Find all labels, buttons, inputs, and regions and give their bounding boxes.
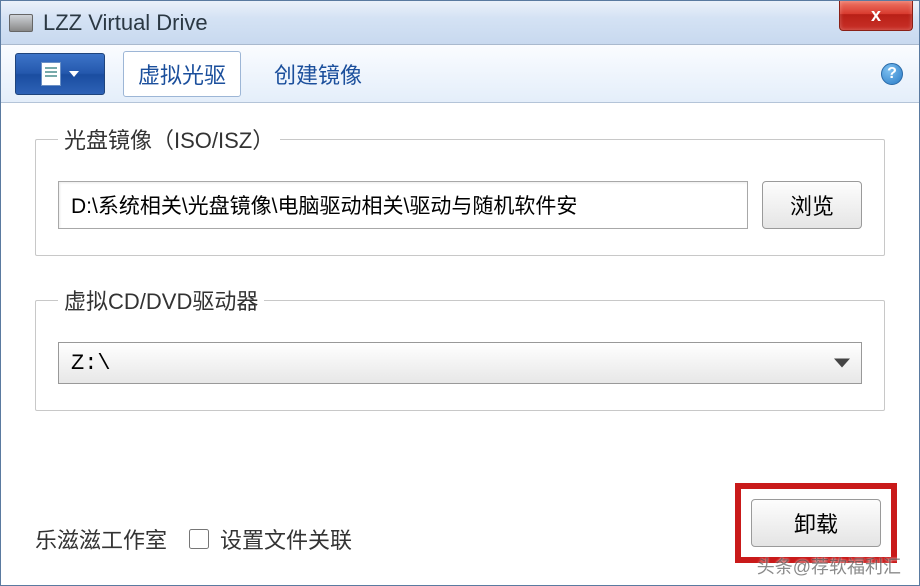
file-association-checkbox[interactable]: 设置文件关联 (185, 523, 352, 555)
iso-path-input[interactable] (58, 181, 748, 229)
drive-letter-select[interactable]: Z:\ (58, 342, 862, 384)
assoc-checkbox-input[interactable] (189, 529, 209, 549)
virtual-drive-group: 虚拟CD/DVD驱动器 Z:\ (35, 284, 885, 411)
application-window: LZZ Virtual Drive x 虚拟光驱 创建镜像 ? 光盘镜像（ISO… (0, 0, 920, 586)
app-icon (9, 14, 33, 32)
tab-create-image[interactable]: 创建镜像 (259, 51, 377, 97)
tab-virtual-drive[interactable]: 虚拟光驱 (123, 51, 241, 97)
footer: 乐滋滋工作室 设置文件关联 卸载 (1, 523, 919, 555)
help-icon[interactable]: ? (881, 63, 903, 85)
toolbar: 虚拟光驱 创建镜像 ? (1, 45, 919, 103)
unload-highlight-frame: 卸载 (735, 483, 897, 563)
window-title: LZZ Virtual Drive (43, 10, 208, 36)
chevron-down-icon (69, 71, 79, 77)
unload-button[interactable]: 卸载 (751, 499, 881, 547)
browse-button[interactable]: 浏览 (762, 181, 862, 229)
organize-menu-button[interactable] (15, 53, 105, 95)
close-button[interactable]: x (839, 1, 913, 31)
titlebar[interactable]: LZZ Virtual Drive x (1, 1, 919, 45)
drive-group-legend: 虚拟CD/DVD驱动器 (58, 284, 264, 316)
document-icon (41, 62, 61, 86)
studio-label: 乐滋滋工作室 (35, 523, 167, 555)
iso-group-legend: 光盘镜像（ISO/ISZ） (58, 123, 280, 155)
drive-select-wrap: Z:\ (58, 342, 862, 384)
content-area: 光盘镜像（ISO/ISZ） 浏览 虚拟CD/DVD驱动器 Z:\ (1, 103, 919, 449)
iso-image-group: 光盘镜像（ISO/ISZ） 浏览 (35, 123, 885, 256)
assoc-checkbox-label: 设置文件关联 (220, 523, 352, 555)
close-icon: x (871, 5, 881, 26)
